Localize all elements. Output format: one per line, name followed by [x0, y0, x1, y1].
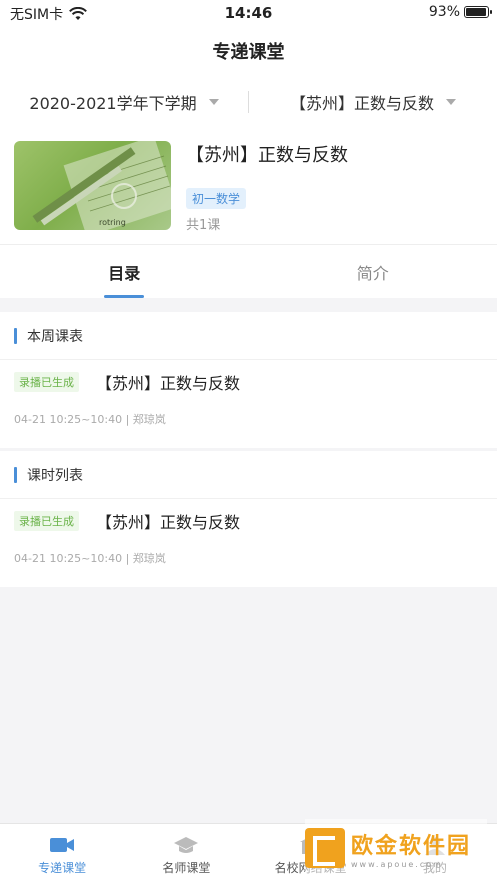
content-tabs: 目录 简介: [0, 244, 497, 298]
course-card: rotring 【苏州】正数与反数 初一数学 共1课: [0, 130, 497, 244]
course-filter-label: 【苏州】正数与反数: [289, 94, 434, 113]
section-marker: [14, 466, 17, 483]
course-filter[interactable]: 【苏州】正数与反数: [249, 90, 497, 114]
graduation-cap-icon: [173, 834, 199, 856]
battery-fill: [466, 8, 486, 16]
page-title: 专递课堂: [212, 42, 285, 63]
tab-bar-item-famous-teacher[interactable]: 名师课堂: [124, 824, 248, 883]
thumbnail-brand-text: rotring: [99, 218, 126, 227]
section-title: 课时列表: [27, 467, 83, 484]
watermark-title: 欧金软件园: [351, 833, 472, 859]
course-title: 【苏州】正数与反数: [186, 145, 348, 166]
status-time: 14:46: [224, 4, 273, 22]
tab-intro[interactable]: 简介: [249, 245, 497, 298]
watermark-text: 欧金软件园 www.apoue.com: [351, 828, 471, 869]
caret-down-icon: [446, 99, 456, 105]
site-watermark: 欧金软件园 www.apoue.com: [305, 819, 487, 877]
status-bar: 无SIM卡 14:46 93%: [0, 0, 497, 28]
lesson-item[interactable]: 录播已生成 【苏州】正数与反数 04-21 10:25~10:40 | 郑琼岚: [0, 360, 497, 448]
battery-percent: 93%: [428, 4, 460, 20]
lesson-count: 共1课: [186, 218, 221, 233]
recording-status-badge: 录播已生成: [14, 372, 79, 392]
tab-catalog[interactable]: 目录: [0, 245, 249, 298]
nav-bar: 专递课堂: [0, 28, 497, 74]
watermark-logo: [305, 828, 345, 868]
section-title: 本周课表: [27, 328, 83, 345]
lesson-title: 【苏州】正数与反数: [96, 374, 241, 393]
section-weekly-schedule: 本周课表 录播已生成 【苏州】正数与反数 04-21 10:25~10:40 |…: [0, 312, 497, 448]
watermark-url: www.apoue.com: [351, 859, 443, 869]
section-header: 课时列表: [0, 451, 497, 499]
term-filter-label: 2020-2021学年下学期: [29, 94, 197, 113]
section-marker: [14, 327, 17, 344]
tab-bar-item-live-class[interactable]: 专递课堂: [0, 824, 124, 883]
section-header: 本周课表: [0, 312, 497, 360]
subject-tag: 初一数学: [186, 188, 247, 209]
tab-bar-label: 名师课堂: [162, 861, 211, 875]
drawing-tools-image: rotring: [32, 141, 171, 230]
lesson-item[interactable]: 录播已生成 【苏州】正数与反数 04-21 10:25~10:40 | 郑琼岚: [0, 499, 497, 587]
lesson-meta: 04-21 10:25~10:40 | 郑琼岚: [14, 552, 166, 565]
tab-bar-label: 专递课堂: [38, 861, 87, 875]
battery-icon: [464, 6, 492, 18]
term-filter[interactable]: 2020-2021学年下学期: [0, 90, 248, 114]
filter-bar: 2020-2021学年下学期 【苏州】正数与反数: [0, 74, 497, 130]
recording-status-badge: 录播已生成: [14, 511, 79, 531]
section-lesson-list: 课时列表 录播已生成 【苏州】正数与反数 04-21 10:25~10:40 |…: [0, 451, 497, 587]
lesson-meta: 04-21 10:25~10:40 | 郑琼岚: [14, 413, 166, 426]
caret-down-icon: [208, 99, 219, 105]
course-thumbnail: rotring: [14, 141, 171, 230]
battery-group: 93%: [428, 4, 492, 20]
lesson-title: 【苏州】正数与反数: [96, 513, 241, 532]
video-camera-icon: [49, 834, 75, 856]
